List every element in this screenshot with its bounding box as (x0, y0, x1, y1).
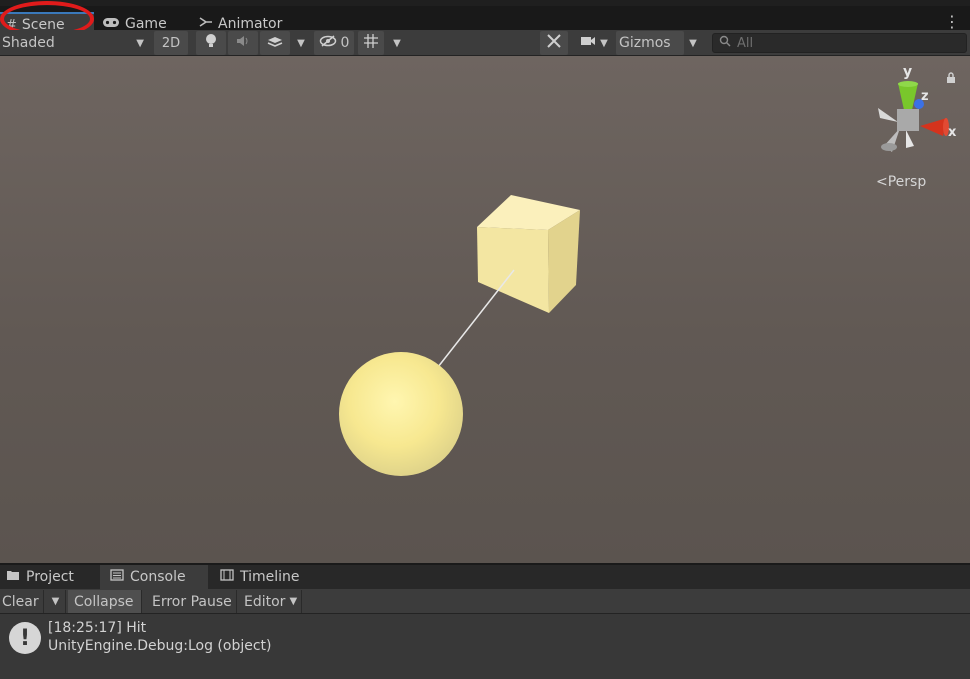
cube-object[interactable] (477, 195, 580, 313)
search-field[interactable]: All (712, 33, 967, 53)
console-toolbar: Clear ▼ Collapse Error Pause Editor ▼ (0, 589, 970, 614)
perspective-icon: < (876, 174, 888, 190)
eye-hidden-icon (319, 35, 337, 51)
error-pause-toggle[interactable]: Error Pause (146, 590, 237, 613)
lighting-toggle[interactable] (196, 31, 226, 55)
more-menu-icon[interactable]: ⋮ (944, 14, 960, 30)
search-input[interactable]: All (737, 36, 753, 51)
chevron-down-icon: ▼ (600, 37, 608, 49)
speaker-icon (235, 34, 251, 52)
clear-button[interactable]: Clear (0, 590, 44, 613)
editor-label: Editor (244, 593, 286, 610)
clear-label: Clear (2, 593, 39, 610)
effects-toggle[interactable] (260, 31, 290, 55)
effects-dropdown[interactable]: ▼ (292, 31, 310, 55)
film-icon (220, 569, 234, 585)
axis-y-label: y (903, 64, 912, 80)
collapse-toggle[interactable]: Collapse (68, 590, 142, 613)
lock-icon[interactable] (946, 72, 956, 87)
projection-label: Persp (887, 174, 927, 190)
grid-snap-icon (363, 33, 379, 53)
layers-icon (266, 34, 284, 52)
tools-button[interactable] (540, 31, 568, 55)
chevron-down-icon: ▼ (297, 37, 305, 49)
camera-icon (580, 35, 596, 51)
chevron-down-icon: ▼ (289, 596, 298, 607)
info-icon: ! (9, 622, 41, 654)
search-icon (719, 35, 731, 51)
console-log-list: ! [18:25:17] Hit UnityEngine.Debug:Log (… (0, 614, 970, 679)
hidden-count: 0 (340, 35, 350, 51)
debug-ray-line (437, 269, 515, 368)
tab-console[interactable]: Console (100, 565, 208, 589)
folder-icon (6, 569, 20, 585)
editor-dropdown[interactable]: Editor ▼ (238, 590, 303, 613)
tab-project[interactable]: Project (0, 565, 98, 589)
console-icon (110, 569, 124, 585)
lightbulb-icon (205, 33, 217, 53)
scene-toolbar: Shaded ▼ 2D ▼ 0 ▼ ▼ Gizmos ▼ All (0, 30, 970, 56)
camera-dropdown[interactable]: ▼ (574, 31, 614, 55)
tools-icon (546, 33, 562, 53)
hidden-objects-toggle[interactable]: 0 (314, 31, 354, 55)
grid-toggle[interactable] (358, 31, 384, 55)
collapse-label: Collapse (74, 593, 134, 610)
error-pause-label: Error Pause (152, 593, 232, 610)
tab-project-label: Project (26, 569, 74, 585)
audio-toggle[interactable] (228, 31, 258, 55)
scene-view[interactable]: y z x <Persp (0, 56, 970, 563)
mode-2d-button[interactable]: 2D (154, 31, 188, 55)
gizmos-button[interactable]: Gizmos (616, 31, 684, 55)
axis-x-label: x (948, 125, 957, 140)
gizmos-dropdown[interactable]: ▼ (684, 31, 702, 55)
mode-2d-label: 2D (161, 35, 181, 51)
tab-console-label: Console (130, 569, 186, 585)
chevron-down-icon: ▼ (51, 596, 60, 607)
clear-options-dropdown[interactable]: ▼ (46, 590, 66, 613)
bottom-tab-bar: Project Console Timeline (0, 565, 970, 589)
chevron-down-icon: ▼ (136, 37, 144, 49)
tab-timeline-label: Timeline (240, 569, 300, 585)
tab-timeline[interactable]: Timeline (214, 565, 314, 589)
log-message: [18:25:17] Hit (48, 620, 147, 636)
window-tab-bar: # Scene Game Animator ⋮ (0, 0, 970, 36)
scene-canvas: y z x (339, 64, 957, 476)
gizmos-label: Gizmos (619, 35, 671, 51)
log-stacktrace: UnityEngine.Debug:Log (object) (48, 638, 272, 654)
chevron-down-icon: ▼ (689, 37, 697, 49)
axis-z-label: z (921, 89, 929, 104)
projection-toggle[interactable]: <Persp (876, 174, 926, 190)
shading-mode-label: Shaded (2, 35, 55, 51)
chevron-down-icon: ▼ (393, 37, 401, 49)
shading-mode-dropdown[interactable]: Shaded ▼ (0, 31, 148, 55)
sphere-object[interactable] (339, 352, 463, 476)
grid-dropdown[interactable]: ▼ (388, 31, 406, 55)
